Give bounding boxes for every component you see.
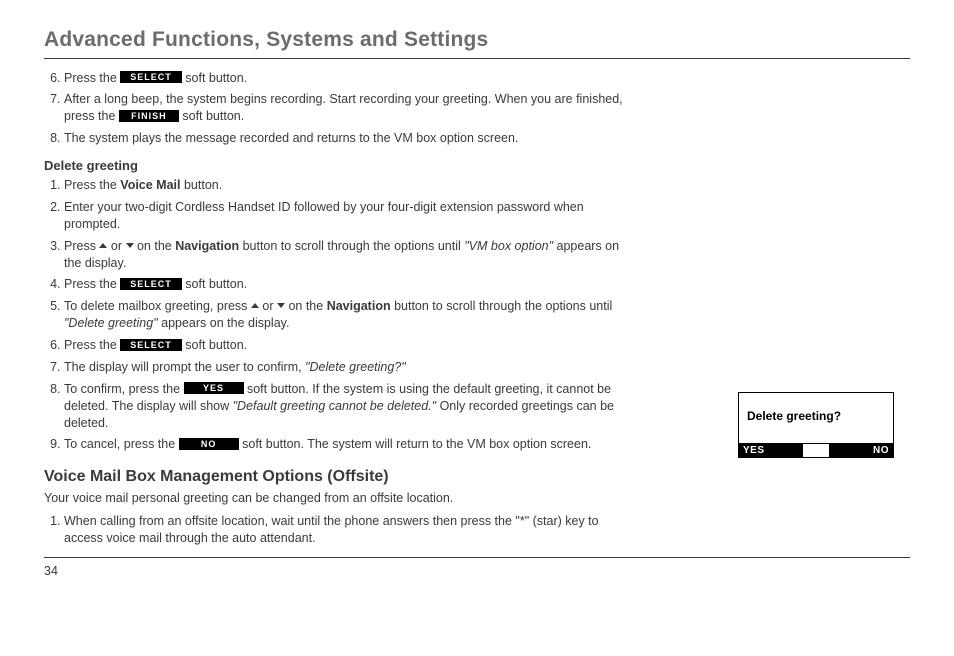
delete-step-3: Press or on the Navigation button to scr… xyxy=(64,235,624,274)
step-8: The system plays the message recorded an… xyxy=(64,128,624,150)
delete-step-1: Press the Voice Mail button. xyxy=(64,175,624,197)
lcd-diagram: Delete greeting? YES NO xyxy=(738,392,894,458)
delete-step-4: Press the SELECT soft button. xyxy=(64,274,624,296)
up-arrow-icon xyxy=(99,243,107,248)
select-softkey-icon: SELECT xyxy=(120,339,182,351)
offsite-heading: Voice Mail Box Management Options (Offsi… xyxy=(44,468,910,486)
lcd-no-softkey: NO xyxy=(830,444,893,457)
lcd-blank-softkey xyxy=(802,444,830,457)
offsite-steps: When calling from an offsite location, w… xyxy=(44,511,910,550)
delete-step-8: To confirm, press the YES soft button. I… xyxy=(64,378,624,434)
select-softkey-icon: SELECT xyxy=(120,71,182,83)
yes-softkey-icon: YES xyxy=(184,382,244,394)
down-arrow-icon xyxy=(277,303,285,308)
manual-page: Advanced Functions, Systems and Settings… xyxy=(0,0,954,656)
delete-step-6: Press the SELECT soft button. xyxy=(64,335,624,357)
finish-softkey-icon: FINISH xyxy=(119,110,179,122)
offsite-step-1: When calling from an offsite location, w… xyxy=(64,511,624,550)
up-arrow-icon xyxy=(251,303,259,308)
delete-step-9: To cancel, press the NO soft button. The… xyxy=(64,434,624,456)
record-greeting-steps-continued: Press the SELECT soft button. After a lo… xyxy=(44,67,910,150)
no-softkey-icon: NO xyxy=(179,438,239,450)
down-arrow-icon xyxy=(126,243,134,248)
step-7: After a long beep, the system begins rec… xyxy=(64,89,624,128)
page-headline: Advanced Functions, Systems and Settings xyxy=(44,28,910,52)
delete-step-5: To delete mailbox greeting, press or on … xyxy=(64,296,624,335)
delete-step-7: The display will prompt the user to conf… xyxy=(64,356,624,378)
offsite-intro: Your voice mail personal greeting can be… xyxy=(44,490,604,507)
step-6: Press the SELECT soft button. xyxy=(64,67,624,89)
headline-rule xyxy=(44,58,910,59)
page-number: 34 xyxy=(44,564,910,578)
delete-greeting-heading: Delete greeting xyxy=(44,158,910,173)
lcd-yes-softkey: YES xyxy=(739,444,802,457)
footer-rule xyxy=(44,557,910,558)
lcd-softkey-row: YES NO xyxy=(739,443,893,457)
select-softkey-icon: SELECT xyxy=(120,278,182,290)
delete-step-2: Enter your two-digit Cordless Handset ID… xyxy=(64,196,624,235)
lcd-prompt: Delete greeting? xyxy=(739,393,893,443)
